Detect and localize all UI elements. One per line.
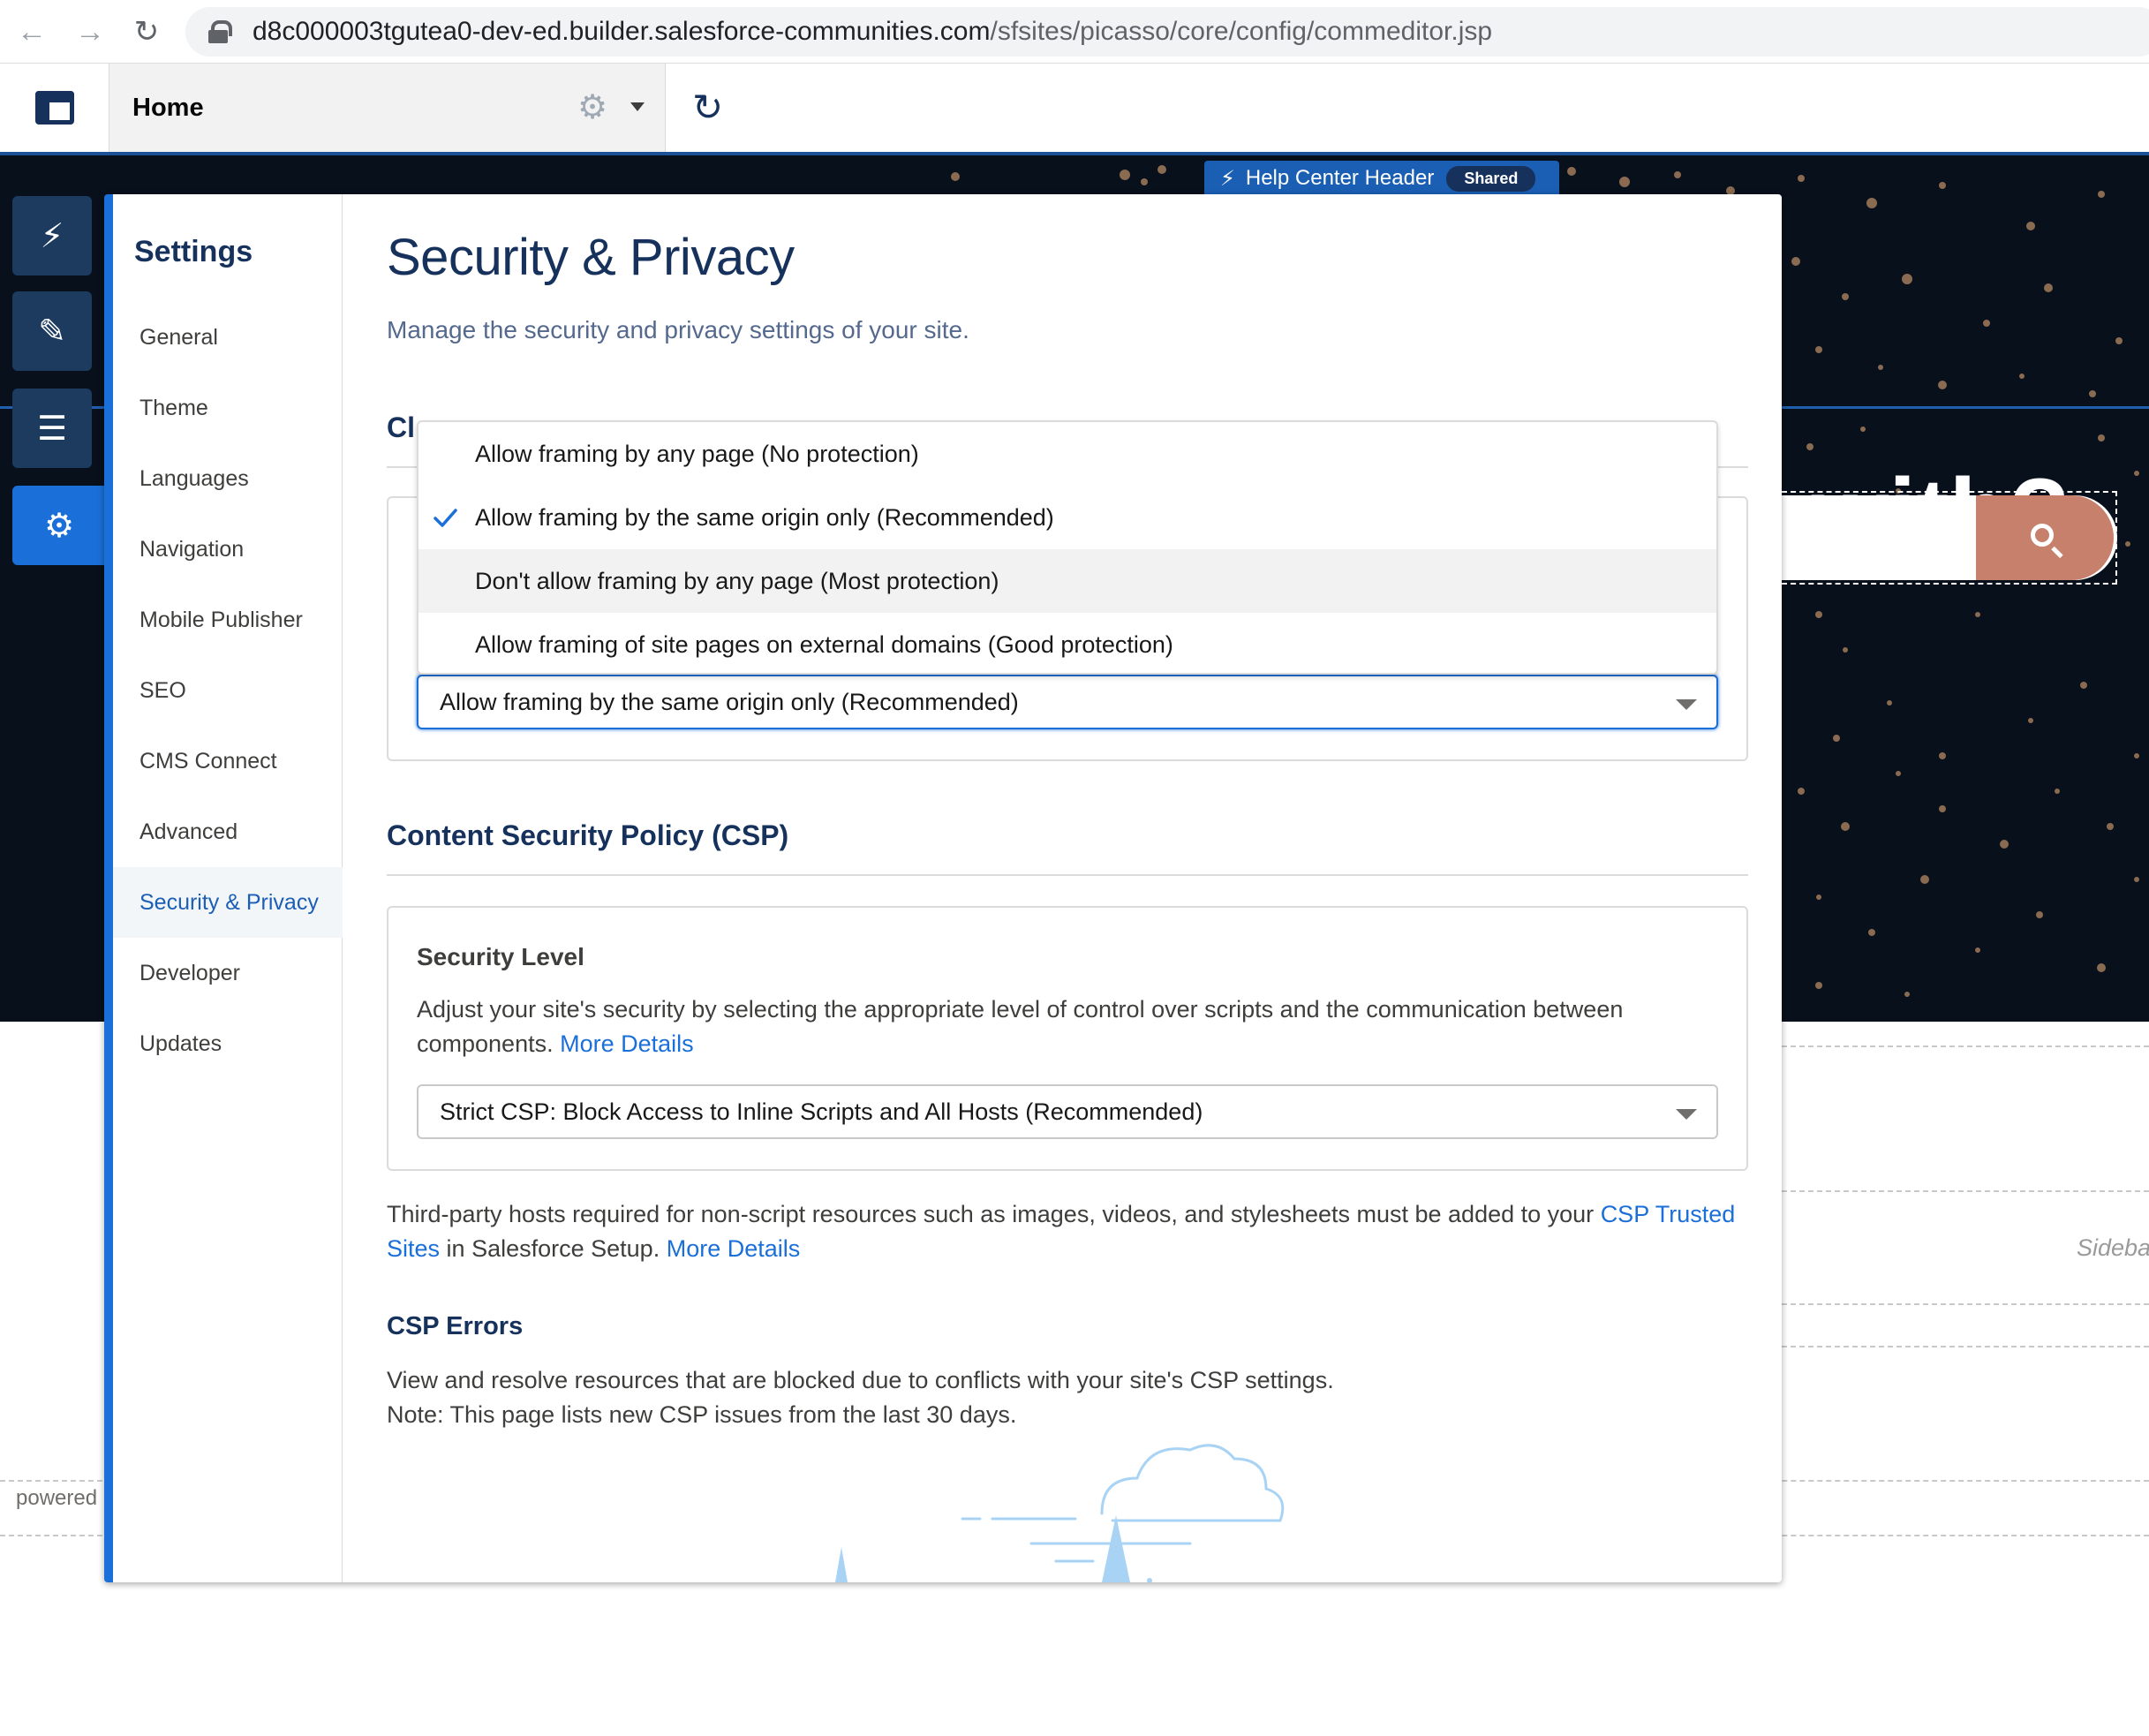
more-details-link[interactable]: More Details — [560, 1030, 694, 1057]
region-divider — [1782, 1190, 2149, 1192]
layout-icon-button[interactable] — [0, 64, 109, 152]
third-party-text: Third-party hosts required for non-scrip… — [387, 1201, 1595, 1227]
csp-level-select[interactable]: Strict CSP: Block Access to Inline Scrip… — [417, 1084, 1718, 1139]
lightning-icon[interactable]: ⚡ — [12, 196, 92, 275]
option-label: Allow framing of site pages on external … — [475, 630, 1173, 658]
forward-arrow-icon[interactable]: → — [72, 14, 108, 49]
region-divider — [1782, 1045, 2149, 1047]
page-subtitle: Manage the security and privacy settings… — [387, 316, 969, 343]
csp-errors-line1: View and resolve resources that are bloc… — [387, 1367, 1334, 1393]
gear-icon[interactable]: ⚙ — [12, 486, 106, 565]
dropdown-option-selected[interactable]: Allow framing by the same origin only (R… — [418, 486, 1716, 549]
browser-toolbar: ← → ↻ d8c000003tgutea0-dev-ed.builder.sa… — [0, 0, 2149, 64]
section-rule — [387, 874, 1748, 876]
clickjack-dropdown-menu: Allow framing by any page (No protection… — [417, 420, 1718, 675]
settings-title: Settings — [134, 235, 253, 268]
paintbrush-icon[interactable]: ✎ — [12, 291, 92, 371]
more-details-link-2[interactable]: More Details — [667, 1235, 801, 1262]
option-label: Don't allow framing by any page (Most pr… — [475, 567, 999, 594]
dropdown-option[interactable]: Allow framing of site pages on external … — [418, 613, 1716, 676]
csp-heading: Content Security Policy (CSP) — [387, 819, 789, 851]
url-host: d8c000003tgutea0-dev-ed.builder.salesfor… — [253, 17, 991, 46]
clickjack-heading: Cl — [387, 411, 415, 443]
settings-item-developer[interactable]: Developer — [113, 938, 343, 1008]
settings-modal: Settings General Theme Languages Navigat… — [104, 194, 1782, 1582]
url-path: /sfsites/picasso/core/config/commeditor.… — [990, 17, 1493, 46]
lightning-icon: ⚡ — [1220, 166, 1235, 191]
dropdown-option[interactable]: Allow framing by any page (No protection… — [418, 422, 1716, 486]
settings-item-theme[interactable]: Theme — [113, 373, 343, 443]
component-tag-label: Help Center Header — [1245, 166, 1435, 190]
builder-header: Home ⚙ ↻ — [0, 64, 2149, 155]
security-level-title: Security Level — [417, 943, 584, 970]
page-menu[interactable]: Home ⚙ — [109, 64, 666, 152]
builder-rail: ⚡ ✎ ☰ ⚙ — [0, 155, 106, 1021]
region-divider — [1782, 1346, 2149, 1347]
settings-item-general[interactable]: General — [113, 302, 343, 373]
selected-component-outline — [1782, 491, 2117, 585]
security-level-description: Adjust your site's security by selecting… — [417, 993, 1718, 1061]
third-party-text-end: in Salesforce Setup. — [446, 1235, 660, 1262]
clickjack-select-value: Allow framing by the same origin only (R… — [440, 688, 1019, 715]
refresh-icon[interactable]: ↻ — [692, 87, 723, 129]
reload-icon[interactable]: ↻ — [129, 14, 164, 49]
settings-item-languages[interactable]: Languages — [113, 443, 343, 514]
third-party-note: Third-party hosts required for non-scrip… — [387, 1197, 1748, 1266]
address-bar[interactable]: d8c000003tgutea0-dev-ed.builder.salesfor… — [185, 7, 2149, 57]
back-arrow-icon[interactable]: ← — [14, 14, 49, 49]
settings-item-navigation[interactable]: Navigation — [113, 514, 343, 585]
page-gear-icon[interactable]: ⚙ — [577, 90, 607, 125]
component-tag[interactable]: ⚡ Help Center Header Shared — [1204, 161, 1559, 196]
sidebar-region-label: Sideba — [2077, 1234, 2149, 1261]
option-label: Allow framing by any page (No protection… — [475, 440, 919, 467]
csp-select-value: Strict CSP: Block Access to Inline Scrip… — [440, 1098, 1203, 1125]
option-label: Allow framing by the same origin only (R… — [475, 503, 1054, 531]
dropdown-option-hovered[interactable]: Don't allow framing by any page (Most pr… — [418, 549, 1716, 613]
page-name: Home — [132, 93, 204, 122]
footer-powered-text: powered — [16, 1486, 98, 1510]
settings-nav: Settings General Theme Languages Navigat… — [113, 194, 343, 1582]
csp-errors-heading: CSP Errors — [387, 1312, 524, 1340]
list-icon[interactable]: ☰ — [12, 389, 92, 468]
settings-item-cms-connect[interactable]: CMS Connect — [113, 726, 343, 796]
chevron-down-icon[interactable] — [630, 102, 645, 111]
checkmark-icon — [434, 509, 457, 527]
page-title: Security & Privacy — [387, 229, 795, 286]
clickjack-select[interactable]: Allow framing by the same origin only (R… — [417, 675, 1718, 729]
settings-item-updates[interactable]: Updates — [113, 1008, 343, 1079]
settings-item-security-privacy[interactable]: Security & Privacy — [113, 867, 343, 938]
chevron-down-icon — [1676, 699, 1697, 710]
chevron-down-icon — [1676, 1109, 1697, 1120]
settings-content: ✕ Security & Privacy Manage the security… — [343, 194, 1782, 1582]
settings-item-mobile-publisher[interactable]: Mobile Publisher — [113, 585, 343, 655]
lock-icon — [208, 20, 232, 43]
layout-icon — [34, 91, 74, 125]
csp-errors-line2: Note: This page lists new CSP issues fro… — [387, 1401, 1017, 1428]
settings-item-advanced[interactable]: Advanced — [113, 796, 343, 867]
settings-item-seo[interactable]: SEO — [113, 655, 343, 726]
shared-badge: Shared — [1446, 165, 1536, 192]
region-divider — [1782, 1303, 2149, 1305]
